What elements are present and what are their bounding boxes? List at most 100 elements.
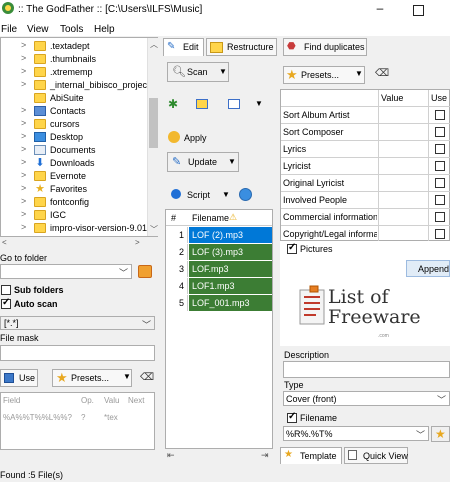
tree-item[interactable]: > .textadept [1,40,147,53]
tree-item[interactable]: > .xtrememp [1,66,147,79]
eraser-icon[interactable]: ⌫ [375,68,389,79]
chevron-down-icon[interactable]: ﹀ [142,318,151,331]
expand-icon[interactable]: > [21,196,26,206]
tree-item[interactable]: > Documents [1,144,147,157]
maximize-button[interactable] [410,1,426,17]
tree-item[interactable]: > Evernote [1,170,147,183]
scroll-right-icon[interactable]: ⇥ [261,450,269,461]
file-row[interactable]: 4 LOF1.mp3 [166,278,272,294]
tab-restructure[interactable]: Restructure [206,38,277,56]
presets-button[interactable]: ★ Presets... ▼ [52,369,132,387]
eraser-icon[interactable]: ⌫ [140,372,154,383]
tag-row[interactable]: Involved People [281,192,450,209]
browse-folder-icon[interactable] [138,265,152,278]
scroll-left-icon[interactable]: ⇤ [167,450,175,461]
file-row[interactable]: 3 LOF.mp3 [166,261,272,277]
expand-icon[interactable]: > [21,105,26,115]
tree-item[interactable]: > Contacts [1,105,147,118]
tree-item[interactable]: > _internal_bibisco_projec [1,79,147,92]
use-button[interactable]: Use [0,369,38,387]
auto-scan-checkbox[interactable] [1,297,11,309]
tag-value[interactable] [378,141,428,158]
grid-cell[interactable]: ? [81,413,85,422]
tree-horizontal-scrollbar[interactable]: < > [0,237,158,250]
tab-quick-view[interactable]: Quick View [344,447,408,464]
dropdown-arrow-icon[interactable]: ▼ [255,99,263,108]
tag-use-checkbox[interactable] [435,178,445,188]
file-mask-input[interactable] [0,345,155,361]
tag-value[interactable] [378,107,428,124]
apply-button[interactable]: Apply [184,133,207,143]
menu-help[interactable]: Help [94,24,115,35]
tag-value[interactable] [378,192,428,209]
tag-use-checkbox[interactable] [435,195,445,205]
append-button[interactable]: Append [406,260,450,277]
run-icon[interactable]: ✱ [168,97,178,111]
tag-use-checkbox[interactable] [435,212,445,222]
file-row[interactable]: 2 LOF (3).mp3 [166,244,272,260]
expand-icon[interactable]: > [21,118,26,128]
file-list[interactable]: # Filename ⚠ 1 LOF (2).mp3 2 LOF (3).mp3 3… [165,209,273,449]
file-mask-combo[interactable]: [*.*] ﹀ [0,316,155,330]
expand-icon[interactable]: > [21,222,26,232]
dropdown-arrow-icon[interactable]: ▼ [222,190,230,199]
scroll-down-icon[interactable]: ﹀ [150,224,158,235]
chevron-down-icon[interactable]: ﹀ [416,428,425,441]
pictures-checkbox[interactable] [287,242,297,254]
list-icon[interactable] [196,99,208,109]
tag-row[interactable]: Commercial information [281,209,450,226]
tag-row[interactable]: Sort Album Artist [281,107,450,124]
scroll-right-icon[interactable]: > [135,238,140,247]
window-icon[interactable] [228,99,240,109]
script-button[interactable]: Script [187,190,210,200]
menu-view[interactable]: View [27,24,49,35]
file-row[interactable]: 5 LOF_001.mp3 [166,295,272,311]
type-select[interactable]: Cover (front) ﹀ [283,391,450,406]
tag-row[interactable]: Lyrics [281,141,450,158]
expand-icon[interactable]: > [21,131,26,141]
sub-folders-checkbox[interactable] [1,285,11,295]
scroll-left-icon[interactable]: < [2,238,7,247]
tag-value[interactable] [378,158,428,175]
tag-use-checkbox[interactable] [435,161,445,171]
header-use[interactable]: Use [431,93,447,103]
expand-icon[interactable]: > [21,53,26,63]
minimize-button[interactable]: – [372,1,388,17]
expand-icon[interactable]: > [21,66,26,76]
header-number[interactable]: # [171,213,176,223]
tree-item[interactable]: > Desktop [1,131,147,144]
folder-tree[interactable]: > .textadept > .thumbnails > .xtrememp > _in… [0,37,159,237]
tree-item[interactable]: > impro-visor-version-9.01 [1,222,147,235]
expand-icon[interactable]: > [21,79,26,89]
chevron-down-icon[interactable]: ﹀ [119,266,128,279]
tab-template[interactable]: ★ Template [280,447,342,464]
tag-value[interactable] [378,175,428,192]
expand-icon[interactable]: > [21,144,26,154]
header-filename[interactable]: Filename [192,213,229,223]
expand-icon[interactable]: > [21,170,26,180]
tag-use-checkbox[interactable] [435,127,445,137]
menu-file[interactable]: File [1,24,17,35]
grid-cell[interactable]: *tex [104,413,118,422]
filename-presets-button[interactable]: ★ [431,426,450,442]
chevron-down-icon[interactable]: ﹀ [437,393,446,406]
header-value[interactable]: Value [381,93,403,103]
tree-item[interactable]: > cursors [1,118,147,131]
tree-item[interactable]: > ⬇ Downloads [1,157,147,170]
filter-grid[interactable]: Field Op. Valu Next %A%%T%%L%%? ? *tex [0,392,155,450]
tag-row[interactable]: Lyricist [281,158,450,175]
expand-icon[interactable]: > [21,183,26,193]
tag-row[interactable]: Original Lyricist [281,175,450,192]
file-row[interactable]: 1 LOF (2).mp3 [166,227,272,243]
tag-table[interactable]: Value Use Sort Album Artist Sort Compose… [280,89,450,243]
filename-combo[interactable]: %R%.%T% ﹀ [283,426,429,441]
scan-button[interactable]: 🔍︎ Scan ▼ [167,62,229,82]
tab-edit[interactable]: ✎ Edit [163,38,204,56]
description-input[interactable] [283,361,450,378]
dropdown-arrow-icon[interactable]: ▼ [219,67,227,76]
tag-value[interactable] [378,209,428,226]
update-button[interactable]: ✎ Update ▼ [167,152,239,172]
tree-scroll-thumb[interactable] [149,98,158,148]
tree-item[interactable]: > IGC [1,209,147,222]
filename-checkbox[interactable] [287,411,297,423]
